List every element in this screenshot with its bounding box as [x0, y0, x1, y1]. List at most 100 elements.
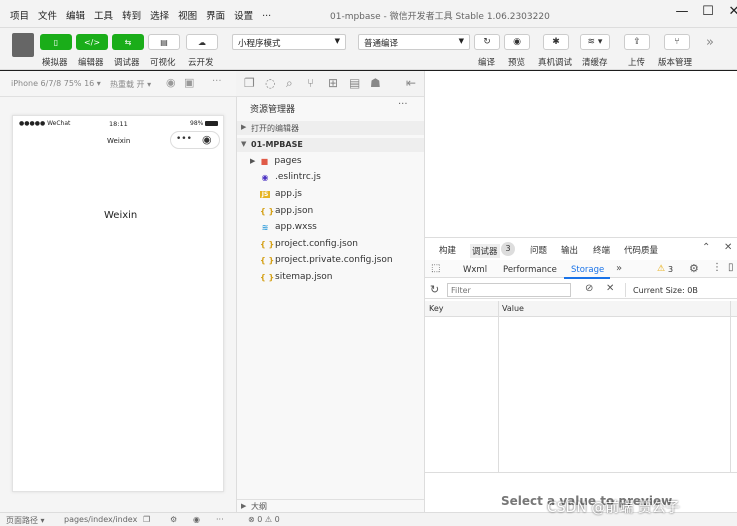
- close-panel-icon[interactable]: ✕: [724, 242, 732, 253]
- page-path-label[interactable]: 页面路径 ▾: [6, 515, 45, 526]
- outline-label: 大纲: [251, 502, 267, 511]
- compile-select[interactable]: 普通编译 ▼: [358, 34, 470, 50]
- tab-wxml[interactable]: Wxml: [463, 265, 487, 275]
- warning-count: 3: [668, 265, 674, 274]
- visual-button[interactable]: ▤: [148, 34, 180, 50]
- tree-file-project-config[interactable]: { } project.config.json: [260, 239, 358, 249]
- preview-button[interactable]: ◉: [504, 34, 530, 50]
- menu-item-select[interactable]: 选择: [150, 8, 169, 22]
- menu-item-interface[interactable]: 界面: [206, 8, 225, 22]
- eye-icon: ◉: [513, 37, 521, 47]
- phone-screen[interactable]: ●●●●● WeChat 18:11 98% Weixin ••• ◉ Weix…: [12, 115, 224, 492]
- tab-storage[interactable]: Storage: [571, 265, 604, 275]
- more-dots-icon[interactable]: •••: [176, 134, 192, 144]
- tree-file-eslintrc[interactable]: ◉ .eslintrc.js: [260, 172, 321, 182]
- file-name: project.config.json: [275, 239, 358, 249]
- inspect-icon[interactable]: ⬚: [431, 263, 440, 274]
- remote-debug-button[interactable]: ✱: [543, 34, 569, 50]
- tab-terminal[interactable]: 终端: [593, 244, 610, 256]
- tab-debugger[interactable]: 调试器: [470, 244, 500, 258]
- explorer-more-icon[interactable]: ···: [398, 99, 408, 110]
- column-value[interactable]: Value: [502, 304, 524, 313]
- open-editors-section[interactable]: ▶ 打开的编辑器: [237, 121, 424, 135]
- chevron-down-icon: ▼: [241, 140, 247, 148]
- gear-icon[interactable]: ⚙: [689, 262, 699, 275]
- close-window-icon[interactable]: ✕: [724, 4, 737, 22]
- capsule-menu[interactable]: ••• ◉: [170, 131, 220, 149]
- dock-icon[interactable]: ▯: [728, 262, 734, 273]
- simulator-more-icon[interactable]: ···: [212, 76, 222, 87]
- storage-filter-input[interactable]: [447, 283, 571, 297]
- container-icon[interactable]: ☗: [370, 76, 381, 90]
- source-control-icon[interactable]: ⑂: [307, 76, 314, 90]
- settings-icon[interactable]: ⚙: [170, 515, 177, 524]
- files-icon[interactable]: ❐: [244, 76, 255, 90]
- collapse-panel-icon[interactable]: ⇤: [406, 76, 416, 90]
- avatar[interactable]: [12, 33, 34, 57]
- storage-table-header: Key Value: [425, 301, 737, 317]
- toolbar-more-icon[interactable]: »: [706, 35, 714, 50]
- git-icon[interactable]: ◌: [265, 76, 275, 90]
- simulator-toggle-button[interactable]: ▯: [40, 34, 72, 50]
- status-more-icon[interactable]: ···: [216, 515, 224, 524]
- hot-reload-select[interactable]: 热重载 开 ▾: [110, 79, 151, 90]
- debug-icon[interactable]: ▤: [349, 76, 360, 90]
- menu-item-more[interactable]: ...: [262, 8, 271, 22]
- tab-output[interactable]: 输出: [561, 244, 578, 256]
- record-icon[interactable]: ◉: [166, 76, 176, 89]
- upload-button[interactable]: ⇪: [624, 34, 650, 50]
- menu-item-goto[interactable]: 转到: [122, 8, 141, 22]
- clear-cache-button[interactable]: ≋ ▾: [580, 34, 610, 50]
- outline-section[interactable]: ▶ 大纲: [237, 499, 424, 512]
- project-section[interactable]: ▼ 01-MPBASE: [237, 138, 424, 152]
- menu-item-file[interactable]: 文件: [38, 8, 57, 22]
- more-tabs-icon[interactable]: »: [616, 263, 622, 274]
- tree-file-app-wxss[interactable]: ≋ app.wxss: [260, 222, 317, 232]
- menu-item-edit[interactable]: 编辑: [66, 8, 85, 22]
- version-button[interactable]: ⑂: [664, 34, 690, 50]
- eye-icon[interactable]: ◉: [193, 515, 200, 524]
- debugger-toggle-button[interactable]: ⇆: [112, 34, 144, 50]
- page-path[interactable]: pages/index/index: [64, 515, 137, 524]
- menu-item-settings[interactable]: 设置: [234, 8, 253, 22]
- menu-item-project[interactable]: 项目: [10, 8, 29, 22]
- menu-item-tools[interactable]: 工具: [94, 8, 113, 22]
- tree-file-project-private-config[interactable]: { } project.private.config.json: [260, 255, 393, 265]
- error-warning-count[interactable]: ⊗ 0 ⚠ 0: [248, 515, 280, 524]
- folder-icon: ■: [260, 156, 269, 166]
- editor-area[interactable]: [424, 71, 737, 237]
- tab-problems[interactable]: 问题: [530, 244, 547, 256]
- search-icon[interactable]: ⌕: [286, 76, 293, 91]
- copy-icon[interactable]: ❐: [143, 515, 150, 524]
- tree-file-app-json[interactable]: { } app.json: [260, 206, 313, 216]
- maximize-icon[interactable]: ☐: [698, 4, 718, 22]
- refresh-icon[interactable]: ↻: [430, 283, 439, 296]
- device-select[interactable]: iPhone 6/7/8 75% 16 ▾: [11, 79, 101, 88]
- column-key[interactable]: Key: [429, 304, 444, 313]
- extensions-icon[interactable]: ⊞: [328, 76, 338, 90]
- kebab-menu-icon[interactable]: ⋮: [712, 262, 722, 273]
- cloud-icon: ☁: [198, 37, 206, 47]
- compile-button[interactable]: ↻: [474, 34, 500, 50]
- tab-code-quality[interactable]: 代码质量: [624, 244, 658, 256]
- active-tab-indicator: [564, 277, 610, 279]
- close-capsule-icon[interactable]: ◉: [202, 133, 212, 146]
- minimize-icon[interactable]: —: [672, 4, 692, 22]
- file-name: pages: [274, 156, 302, 166]
- mode-select[interactable]: 小程序模式 ▼: [232, 34, 346, 50]
- cloud-button[interactable]: ☁: [186, 34, 218, 50]
- chevron-down-icon: ▼: [334, 37, 340, 45]
- chevron-up-icon[interactable]: ⌃: [702, 242, 710, 253]
- tree-file-app-js[interactable]: JS app.js: [260, 189, 302, 199]
- menu-item-view[interactable]: 视图: [178, 8, 197, 22]
- code-icon: </>: [83, 37, 101, 47]
- clear-all-icon[interactable]: ⊘: [585, 283, 593, 294]
- tree-folder-pages[interactable]: ▶ ■ pages: [250, 156, 302, 166]
- editor-toggle-button[interactable]: </>: [76, 34, 108, 50]
- tree-file-sitemap[interactable]: { } sitemap.json: [260, 272, 333, 282]
- tab-build[interactable]: 构建: [439, 244, 456, 256]
- delete-selected-icon[interactable]: ✕: [606, 283, 614, 294]
- nav-title: Weixin: [107, 137, 131, 145]
- screenshot-icon[interactable]: ▣: [184, 76, 194, 89]
- tab-performance[interactable]: Performance: [503, 265, 557, 275]
